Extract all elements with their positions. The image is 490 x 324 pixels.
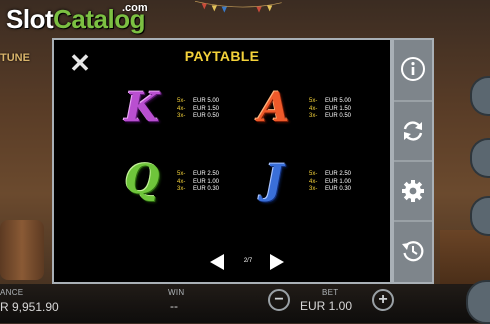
win-value: --: [170, 299, 178, 313]
balance-value: R 9,951.90: [0, 300, 59, 314]
payout-row: 5x- EUR 5.00: [177, 98, 219, 106]
side-control-edge: [470, 76, 490, 116]
paytable-pagination: 2/7: [54, 252, 390, 272]
paytable-panel: ✕ PAYTABLE K 5x- EUR 5.00 4x- EUR 1.50 3x-…: [52, 38, 392, 284]
payout-row: 3x- EUR 0.30: [177, 186, 219, 194]
payout-row: 3x- EUR 0.50: [309, 113, 351, 121]
payout-row: 3x- EUR 0.50: [177, 113, 219, 121]
payout-multiplier: 3x-: [177, 186, 186, 192]
payout-multiplier: 5x-: [177, 98, 186, 104]
logo-slot-text: Slot: [6, 4, 54, 34]
payout-amount: EUR 5.00: [193, 98, 220, 104]
payout-amount: EUR 1.00: [193, 178, 220, 185]
payout-amount: EUR 1.50: [325, 105, 352, 112]
side-control-edge: [470, 138, 490, 178]
win-label: WIN: [168, 288, 185, 297]
payout-amount: EUR 0.50: [193, 113, 220, 119]
payout-amount: EUR 1.50: [193, 105, 220, 112]
payout-multiplier: 4x-: [177, 178, 186, 185]
payout-list-j: 5x- EUR 2.50 4x- EUR 1.00 3x- EUR 0.30: [309, 171, 351, 194]
balance-label: ANCE: [0, 288, 24, 297]
increase-bet-button[interactable]: +: [372, 289, 394, 311]
payout-row: 5x- EUR 2.50: [309, 171, 351, 179]
decrease-bet-button[interactable]: −: [268, 289, 290, 311]
next-page-arrow-icon[interactable]: [270, 254, 284, 270]
payout-amount: EUR 2.50: [193, 171, 220, 177]
payout-multiplier: 5x-: [177, 171, 186, 177]
settings-gear-icon: [402, 180, 424, 202]
payout-row: 3x- EUR 0.30: [309, 186, 351, 194]
payout-row: 5x- EUR 2.50: [177, 171, 219, 179]
payout-multiplier: 4x-: [177, 105, 186, 112]
payout-multiplier: 4x-: [309, 178, 318, 185]
payout-list-q: 5x- EUR 2.50 4x- EUR 1.00 3x- EUR 0.30: [177, 171, 219, 194]
refresh-button[interactable]: [394, 100, 432, 160]
logo-com-text: .com: [122, 2, 148, 14]
history-icon: [402, 241, 424, 262]
page-indicator: 2/7: [243, 258, 253, 264]
payout-row: 4x- EUR 1.00: [309, 179, 351, 187]
symbol-a: A: [258, 84, 290, 131]
crate-decoration: [440, 230, 490, 285]
payout-row: 5x- EUR 5.00: [309, 98, 351, 106]
paytable-title: PAYTABLE: [184, 48, 260, 64]
bet-label: BET: [322, 288, 339, 297]
payout-multiplier: 4x-: [309, 105, 318, 112]
payout-list-k: 5x- EUR 5.00 4x- EUR 1.50 3x- EUR 0.50: [177, 98, 219, 121]
payout-amount: EUR 2.50: [325, 171, 352, 177]
payout-row: 4x- EUR 1.50: [309, 106, 351, 114]
info-button[interactable]: [394, 40, 432, 98]
history-button[interactable]: [394, 220, 432, 280]
symbol-k: K: [124, 84, 160, 131]
info-icon: [401, 57, 425, 81]
side-menu: [392, 38, 434, 284]
payout-multiplier: 3x-: [309, 113, 318, 119]
payout-amount: EUR 1.00: [325, 178, 352, 185]
payout-amount: EUR 5.00: [325, 98, 352, 104]
refresh-icon: [403, 121, 423, 141]
payout-multiplier: 3x-: [309, 186, 318, 192]
bet-value: EUR 1.00: [300, 299, 353, 313]
barrel-decoration: [0, 220, 44, 280]
payout-list-a: 5x- EUR 5.00 4x- EUR 1.50 3x- EUR 0.50: [309, 98, 351, 121]
symbol-j: J: [264, 156, 284, 203]
payout-row: 4x- EUR 1.50: [177, 106, 219, 114]
payout-multiplier: 5x-: [309, 98, 318, 104]
previous-page-arrow-icon[interactable]: [210, 254, 224, 270]
payout-multiplier: 5x-: [309, 171, 318, 177]
settings-button[interactable]: [394, 160, 432, 220]
bottom-status-bar: ANCE R 9,951.90 WIN -- − BET EUR 1.00 +: [0, 284, 490, 323]
payout-multiplier: 3x-: [177, 113, 186, 119]
slotcatalog-logo: Slot Catalog .com: [6, 2, 148, 36]
game-title-text: TUNE: [0, 52, 30, 64]
payout-amount: EUR 0.30: [193, 186, 220, 192]
payout-amount: EUR 0.30: [325, 186, 352, 192]
symbol-q: Q: [124, 156, 160, 203]
payout-amount: EUR 0.50: [325, 113, 352, 119]
payout-row: 4x- EUR 1.00: [177, 179, 219, 187]
